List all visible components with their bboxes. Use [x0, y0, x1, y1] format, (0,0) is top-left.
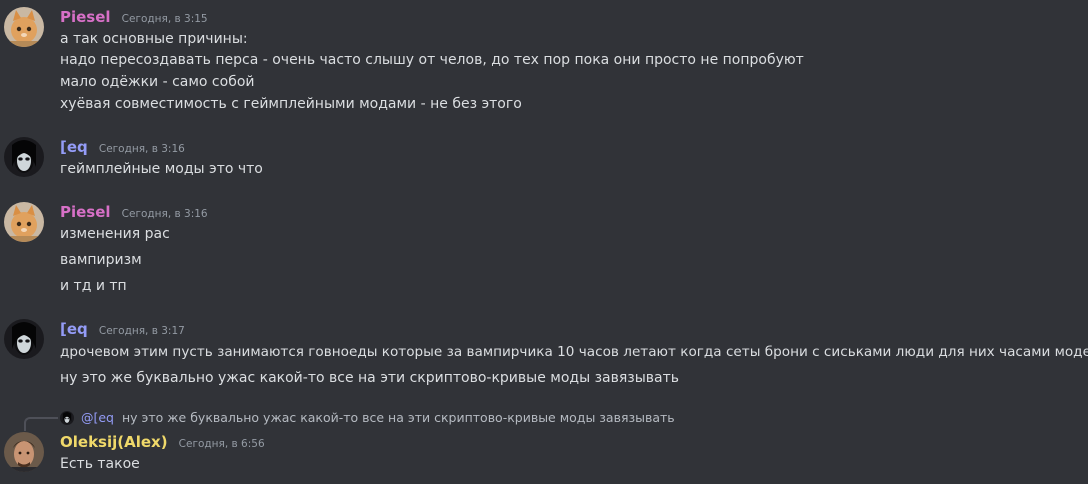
dark-figure-avatar[interactable]	[4, 319, 44, 359]
author-name[interactable]: Piesel	[60, 203, 111, 221]
message-line: надо пересоздавать перса - очень часто с…	[60, 52, 804, 68]
message-header: [eq Сегодня, в 3:16	[60, 137, 185, 157]
reply-mention[interactable]: @[eq	[81, 410, 114, 425]
message-line: а так основные причины:	[60, 31, 248, 47]
timestamp[interactable]: Сегодня, в 3:15	[122, 13, 208, 25]
message-line: изменения рас	[60, 226, 170, 242]
dark-figure-avatar	[60, 411, 74, 425]
author-name[interactable]: [eq	[60, 138, 88, 156]
dark-figure-avatar[interactable]	[4, 137, 44, 177]
message-header: Oleksij(Alex) Сегодня, в 6:56	[60, 432, 265, 452]
reply-preview[interactable]: @[eq ну это же буквально ужас какой-то в…	[60, 410, 675, 426]
cat-avatar[interactable]	[4, 7, 44, 47]
man-portrait-avatar[interactable]	[4, 432, 44, 472]
message-header: Piesel Сегодня, в 3:16	[60, 202, 208, 222]
message-header: Piesel Сегодня, в 3:15	[60, 7, 208, 27]
reply-connector	[24, 417, 58, 431]
message-line: ну это же буквально ужас какой-то все на…	[60, 370, 680, 386]
message-header: [eq Сегодня, в 3:17	[60, 319, 185, 339]
message-line: мало одёжки - само собой	[60, 74, 255, 90]
message-line: хуёвая совместимость с геймплейными мода…	[60, 96, 522, 112]
message-line: Есть такое	[60, 456, 140, 472]
message-line: вампиризм	[60, 252, 142, 268]
cat-avatar[interactable]	[4, 202, 44, 242]
author-name[interactable]: [eq	[60, 320, 88, 338]
timestamp[interactable]: Сегодня, в 3:16	[122, 208, 208, 220]
timestamp[interactable]: Сегодня, в 6:56	[179, 438, 265, 450]
reply-text[interactable]: ну это же буквально ужас какой-то все на…	[122, 410, 675, 425]
author-name[interactable]: Oleksij(Alex)	[60, 433, 168, 451]
message-line: дрочевом этим пусть занимаются говноеды …	[60, 344, 1088, 360]
message-line: геймплейные моды это что	[60, 161, 263, 177]
author-name[interactable]: Piesel	[60, 8, 111, 26]
timestamp[interactable]: Сегодня, в 3:17	[99, 325, 185, 337]
timestamp[interactable]: Сегодня, в 3:16	[99, 143, 185, 155]
message-line: и тд и тп	[60, 278, 127, 294]
